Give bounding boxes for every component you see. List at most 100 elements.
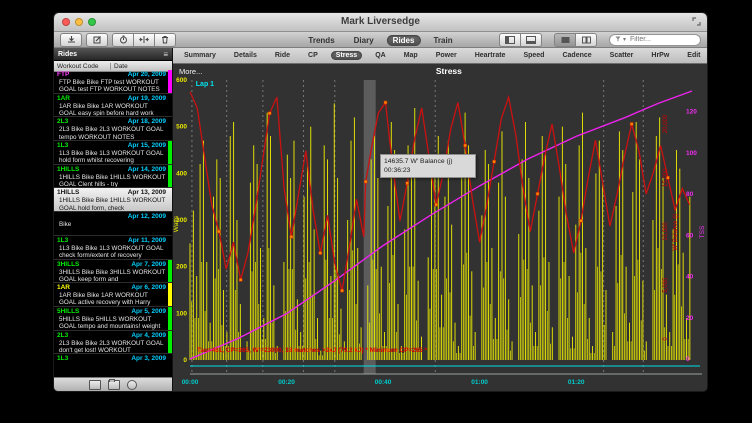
folder-icon[interactable]: [108, 380, 120, 390]
style-toggle-group: [554, 33, 597, 47]
clock-icon[interactable]: [127, 380, 137, 390]
match-marker: [268, 112, 271, 115]
ride-row[interactable]: Apr 12, 2009Bike: [54, 212, 172, 236]
ride-color-stripe: [168, 260, 172, 283]
ride-date: Apr 3, 2009: [131, 355, 166, 363]
title-bar[interactable]: Mark Liversedge: [54, 13, 707, 32]
window-controls: [62, 18, 96, 26]
split-button[interactable]: [134, 33, 155, 47]
watts-tick-label: 500: [176, 124, 187, 131]
tab-ride[interactable]: Ride: [270, 51, 295, 60]
view-rides[interactable]: Rides: [387, 35, 421, 46]
ride-color-stripe: [168, 307, 172, 330]
watts-tick-label: 400: [176, 170, 187, 177]
tab-edit[interactable]: Edit: [682, 51, 705, 60]
tab-stress[interactable]: Stress: [331, 51, 362, 60]
column-header-workout-code[interactable]: Workout Code: [54, 63, 111, 70]
ride-row[interactable]: 1HILLSApr 13, 20091HILLS Bike Bike 1HILL…: [54, 188, 172, 212]
tab-qa[interactable]: QA: [370, 51, 391, 60]
ride-row[interactable]: 5HILLSApr 5, 20095HILLS Bike 5HILLS WORK…: [54, 307, 172, 331]
view-train[interactable]: Train: [427, 35, 458, 46]
tss-tick-label: 20: [686, 315, 694, 322]
rides-sidebar: Rides ≡ Workout Code Date FTPApr 20, 200…: [54, 48, 173, 392]
ride-description: 5HILLS Bike 5HILLS WORKOUT GOAL tempo an…: [57, 316, 166, 331]
ride-description: 1HILLS Bike Bike 1HILLS WORKOUT GOAL hol…: [57, 197, 166, 212]
close-button[interactable]: [62, 18, 70, 26]
stress-chart[interactable]: More... Stress Lap 16005004003002001000W…: [173, 64, 708, 392]
filter-dropdown-arrow-icon[interactable]: ▾: [623, 36, 626, 43]
tabbed-view-button[interactable]: [554, 33, 576, 47]
ride-description: 3HILLS Bike Bike 3HILLS WORKOUT GOAL kee…: [57, 269, 166, 284]
sidebar-menu-icon[interactable]: ≡: [163, 50, 168, 59]
ride-row[interactable]: 2L3Apr 4, 20092L3 Bike Bike 2L3 WORKOUT …: [54, 331, 172, 355]
tiled-view-button[interactable]: [576, 33, 597, 47]
tab-details[interactable]: Details: [229, 51, 262, 60]
ride-date: Apr 20, 2009: [128, 71, 166, 79]
watts-tick-label: 600: [176, 77, 187, 84]
ride-row[interactable]: 1L3Apr 3, 2009: [54, 354, 172, 378]
tab-hrpw[interactable]: HrPw: [646, 51, 674, 60]
ride-description: 1L3 Bike Bike 1L3 WORKOUT GOAL check for…: [57, 245, 166, 260]
wbal-tick-label: 10,000: [663, 222, 669, 241]
funnel-icon: [615, 36, 621, 44]
filter-field[interactable]: ▾: [609, 34, 701, 46]
time-tick-label: 00:00: [182, 379, 199, 386]
ride-code: 2L3: [57, 118, 68, 126]
tab-cadence[interactable]: Cadence: [557, 51, 596, 60]
time-tick-label: 00:40: [375, 379, 392, 386]
column-header-date[interactable]: Date: [111, 63, 128, 70]
zoom-button[interactable]: [88, 18, 96, 26]
filter-input[interactable]: [628, 35, 695, 44]
ride-row[interactable]: 3HILLSApr 7, 20093HILLS Bike Bike 3HILLS…: [54, 260, 172, 284]
fullscreen-icon[interactable]: [692, 17, 701, 26]
tab-heartrate[interactable]: Heartrate: [470, 51, 511, 60]
ride-description: 1AR Bike Bike 1AR WORKOUT GOAL easy spin…: [57, 103, 166, 118]
ride-row[interactable]: 1L3Apr 15, 20091L3 Bike Bike 1L3 WORKOUT…: [54, 141, 172, 165]
sidebar-toggle-button[interactable]: [499, 33, 521, 47]
ride-date: Apr 15, 2009: [128, 142, 166, 150]
import-button[interactable]: [60, 33, 82, 47]
view-diary[interactable]: Diary: [348, 35, 380, 46]
tss-series: [190, 91, 692, 359]
tab-power[interactable]: Power: [431, 51, 462, 60]
thumbnails-icon[interactable]: [89, 380, 101, 390]
ride-row[interactable]: 1ARApr 19, 20091AR Bike Bike 1AR WORKOUT…: [54, 94, 172, 118]
ride-row[interactable]: 1L3Apr 11, 20091L3 Bike Bike 1L3 WORKOUT…: [54, 236, 172, 260]
tab-map[interactable]: Map: [399, 51, 423, 60]
more-link[interactable]: More...: [179, 67, 202, 76]
stress-plot[interactable]: Lap 16005004003002001000Watts00:0000:200…: [173, 64, 708, 392]
tooltip-time: 00:36:23: [384, 166, 472, 175]
ride-row[interactable]: 1HILLSApr 14, 20091HILLS Bike Bike 1HILL…: [54, 165, 172, 189]
match-marker: [290, 235, 293, 238]
tss-tick-label: 0: [686, 356, 690, 363]
ride-row[interactable]: FTPApr 20, 2009FTP Bike Bike FTP test WO…: [54, 70, 172, 94]
time-tick-label: 00:20: [278, 379, 295, 386]
tss-axis-title: TSS: [699, 225, 706, 238]
match-marker: [435, 203, 438, 206]
main-toolbar: Trends Diary Rides Train ▾: [54, 32, 707, 48]
stopwatch-button[interactable]: [112, 33, 134, 47]
ride-description: 1HILLS Bike Bike 1HILLS WORKOUT GOAL Cle…: [57, 174, 166, 189]
view-trends[interactable]: Trends: [302, 35, 340, 46]
delete-button[interactable]: [155, 33, 176, 47]
wbal-axis-title: W' Balance (j): [673, 213, 679, 250]
minimize-button[interactable]: [75, 18, 83, 26]
tab-speed[interactable]: Speed: [518, 51, 549, 60]
ride-row[interactable]: 1ARApr 6, 20091AR Bike Bike 1AR WORKOUT …: [54, 283, 172, 307]
ride-color-stripe: [168, 141, 172, 164]
ride-row[interactable]: 2L3Apr 18, 20092L3 Bike Bike 2L3 WORKOUT…: [54, 117, 172, 141]
ride-date: Apr 18, 2009: [128, 118, 166, 126]
match-marker: [536, 192, 539, 195]
wbal-tick-label: 15,000: [663, 168, 669, 187]
chart-pane: Summary Details Ride CP Stress QA Map Power Hear…: [173, 48, 708, 392]
chart-title: Stress: [173, 66, 708, 76]
ride-code: 1L3: [57, 142, 68, 150]
sidebar-title: Rides: [58, 51, 77, 58]
tab-cp[interactable]: CP: [303, 51, 323, 60]
ride-color-stripe: [168, 283, 172, 306]
tab-scatter[interactable]: Scatter: [605, 51, 639, 60]
lowbar-toggle-button[interactable]: [521, 33, 542, 47]
manual-entry-button[interactable]: [86, 33, 108, 47]
tab-summary[interactable]: Summary: [179, 51, 221, 60]
ride-date: Apr 7, 2009: [131, 261, 166, 269]
